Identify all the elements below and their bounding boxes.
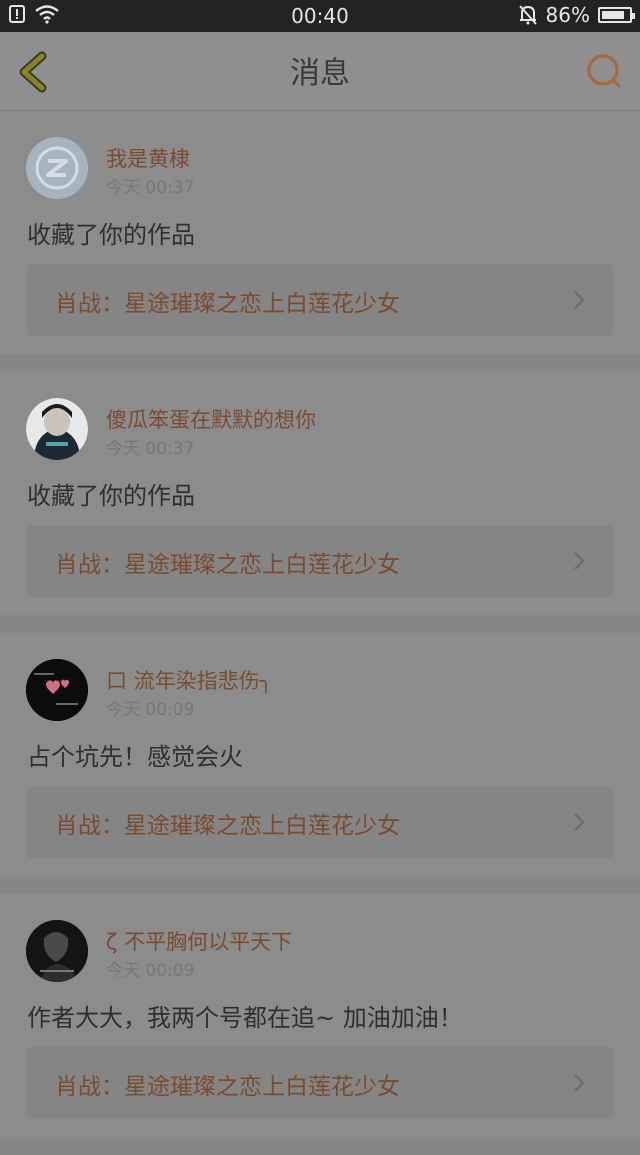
chevron-right-icon xyxy=(574,552,585,570)
battery-fill xyxy=(602,11,625,19)
message-content: 收藏了你的作品 xyxy=(27,482,195,510)
status-bar: 00:40 86% xyxy=(0,0,640,32)
work-title: 肖战：星途璀璨之恋上白莲花少女 xyxy=(55,291,400,317)
message-content: 作者大大，我两个号都在追~ 加油加油！ xyxy=(27,1004,463,1032)
timestamp: 今天 00:37 xyxy=(106,439,195,459)
hearts-avatar-image xyxy=(26,659,88,721)
work-link[interactable]: 肖战：星途璀璨之恋上白莲花少女 xyxy=(27,1047,613,1119)
photo-avatar-image xyxy=(26,398,88,460)
avatar[interactable] xyxy=(26,137,88,199)
message-content: 占个坑先！感觉会火 xyxy=(27,743,243,771)
work-link[interactable]: 肖战：星途璀璨之恋上白莲花少女 xyxy=(27,786,613,858)
battery-icon xyxy=(598,7,635,23)
username[interactable]: ζ 不平胸何以平天下 xyxy=(106,926,292,956)
work-link[interactable]: 肖战：星途璀璨之恋上白莲花少女 xyxy=(27,264,613,336)
chevron-right-icon xyxy=(574,813,585,831)
avatar[interactable] xyxy=(26,659,88,721)
username[interactable]: 我是黄棣 xyxy=(106,143,190,173)
message-card[interactable]: 我是黄棣 今天 00:37 收藏了你的作品 肖战：星途璀璨之恋上白莲花少女 xyxy=(0,111,640,372)
avatar[interactable] xyxy=(26,920,88,982)
search-icon[interactable] xyxy=(584,52,624,92)
username[interactable]: 口 流年染指悲伤╮ xyxy=(106,665,272,695)
username[interactable]: 傻瓜笨蛋在默默的想你 xyxy=(106,404,316,434)
avatar[interactable] xyxy=(26,398,88,460)
status-right-icons: 86% xyxy=(518,3,635,27)
message-card[interactable]: 口 流年染指悲伤╮ 今天 00:09 占个坑先！感觉会火 肖战：星途璀璨之恋上白… xyxy=(0,633,640,894)
work-title: 肖战：星途璀璨之恋上白莲花少女 xyxy=(55,552,400,578)
message-list: 我是黄棣 今天 00:37 收藏了你的作品 肖战：星途璀璨之恋上白莲花少女 傻瓜… xyxy=(0,111,640,1155)
bell-muted-icon xyxy=(518,5,537,25)
chevron-right-icon xyxy=(574,1074,585,1092)
page-title: 消息 xyxy=(290,56,350,91)
battery-percent: 86% xyxy=(545,3,590,27)
qq-default-icon xyxy=(35,146,79,190)
message-card[interactable]: ζ 不平胸何以平天下 今天 00:09 作者大大，我两个号都在追~ 加油加油！ … xyxy=(0,894,640,1155)
timestamp: 今天 00:37 xyxy=(106,178,195,198)
work-link[interactable]: 肖战：星途璀璨之恋上白莲花少女 xyxy=(27,525,613,597)
work-title: 肖战：星途璀璨之恋上白莲花少女 xyxy=(55,1074,400,1100)
nav-bar: 消息 xyxy=(0,32,640,111)
timestamp: 今天 00:09 xyxy=(106,700,195,720)
chevron-right-icon xyxy=(574,291,585,309)
timestamp: 今天 00:09 xyxy=(106,961,195,981)
message-card[interactable]: 傻瓜笨蛋在默默的想你 今天 00:37 收藏了你的作品 肖战：星途璀璨之恋上白莲… xyxy=(0,372,640,633)
message-content: 收藏了你的作品 xyxy=(27,221,195,249)
work-title: 肖战：星途璀璨之恋上白莲花少女 xyxy=(55,813,400,839)
dark-photo-avatar-image xyxy=(26,920,88,982)
